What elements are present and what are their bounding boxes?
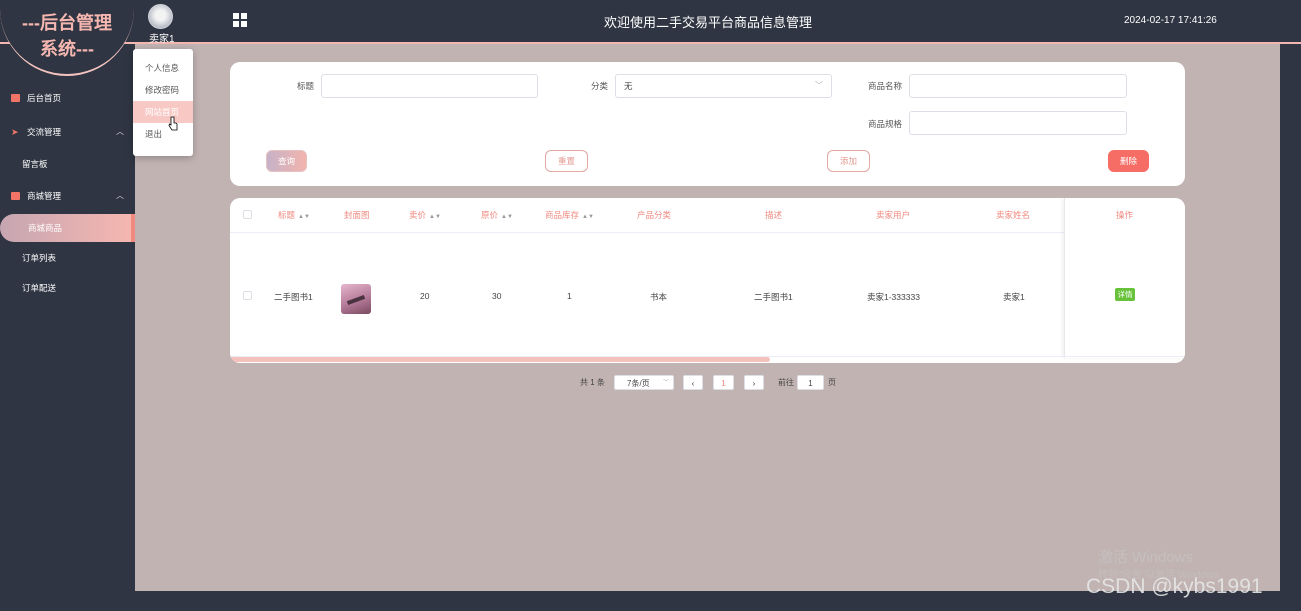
cell-orig-price: 30 bbox=[492, 291, 502, 301]
sidebar-item-label: 后台首页 bbox=[27, 93, 62, 103]
chevron-up-icon: ︿ bbox=[116, 127, 124, 136]
column-header-category: 产品分类 bbox=[637, 210, 672, 220]
reset-button[interactable]: 重置 bbox=[545, 150, 588, 172]
column-header-sell-price[interactable]: 卖价 ▲▼ bbox=[409, 209, 441, 221]
logo: ---后台管理 系统--- bbox=[0, 0, 134, 76]
logo-line1: ---后台管理 bbox=[22, 13, 112, 33]
sidebar-item-order-delivery[interactable]: 订单配送 bbox=[0, 277, 135, 299]
datetime: 2024-02-17 17:41:26 bbox=[1124, 15, 1217, 26]
select-all-checkbox[interactable] bbox=[243, 210, 252, 219]
chevron-left-icon: ‹ bbox=[691, 379, 695, 388]
cell-seller-user: 卖家1-333333 bbox=[867, 292, 920, 302]
chevron-right-icon: › bbox=[752, 379, 756, 388]
row-checkbox[interactable] bbox=[243, 291, 252, 300]
send-icon: ➤ bbox=[11, 127, 19, 137]
sidebar-item-label: 商城管理 bbox=[27, 191, 62, 201]
chevron-down-icon: ﹀ bbox=[662, 380, 669, 386]
shop-icon bbox=[11, 192, 20, 200]
column-header-title[interactable]: 标题 ▲▼ bbox=[278, 209, 310, 221]
user-name[interactable]: 卖家1 bbox=[149, 30, 175, 45]
title-input[interactable] bbox=[321, 74, 538, 98]
query-button[interactable]: 查询 bbox=[266, 150, 307, 172]
column-header-stock[interactable]: 商品库存 ▲▼ bbox=[545, 209, 594, 221]
menu-item-profile[interactable]: 个人信息 bbox=[133, 57, 193, 79]
user-avatar[interactable] bbox=[148, 4, 173, 29]
menu-item-site-home[interactable]: 网站首页 bbox=[133, 101, 193, 123]
column-header-desc: 描述 bbox=[765, 210, 783, 220]
column-header-action: 操作 bbox=[1116, 210, 1134, 220]
menu-item-change-password[interactable]: 修改密码 bbox=[133, 79, 193, 101]
sort-icon[interactable]: ▲▼ bbox=[501, 214, 513, 220]
column-header-label: 商品库存 bbox=[545, 210, 580, 220]
cell-title: 二手图书1 bbox=[274, 292, 313, 302]
sort-icon[interactable]: ▲▼ bbox=[582, 214, 594, 220]
column-header-label: 卖价 bbox=[409, 210, 427, 220]
user-dropdown-menu: 个人信息 修改密码 网站首页 退出 bbox=[133, 49, 193, 156]
cell-category: 书本 bbox=[650, 292, 668, 302]
goods-spec-label: 商品规格 bbox=[868, 119, 903, 129]
cell-seller-name: 卖家1 bbox=[1003, 292, 1025, 302]
goto-label: 前往 bbox=[778, 378, 794, 387]
horizontal-scrollbar[interactable] bbox=[230, 357, 770, 362]
column-header-cover: 封面图 bbox=[344, 210, 370, 220]
prev-page-button[interactable]: ‹ bbox=[683, 375, 703, 390]
sidebar-item-order-list[interactable]: 订单列表 bbox=[0, 247, 135, 269]
search-panel: 标题 分类 无 ﹀ 商品名称 商品规格 查询 重置 添加 删除 bbox=[230, 62, 1185, 186]
goods-name-input[interactable] bbox=[909, 74, 1127, 98]
pagination-total: 共 1 条 bbox=[580, 378, 605, 387]
goods-table: 标题 ▲▼ 封面图 卖价 ▲▼ 原价 ▲▼ 商品库存 ▲▼ 产品分类 描述 卖家用户 卖… bbox=[230, 198, 1185, 363]
main-content: 标题 分类 无 ﹀ 商品名称 商品规格 查询 重置 添加 删除 标题 ▲▼ 封面图… bbox=[135, 44, 1280, 591]
sort-icon[interactable]: ▲▼ bbox=[429, 214, 441, 220]
logo-line2: 系统--- bbox=[40, 39, 94, 59]
header-divider bbox=[230, 232, 1185, 233]
grid-menu-icon[interactable] bbox=[233, 13, 247, 27]
column-header-orig-price[interactable]: 原价 ▲▼ bbox=[481, 209, 513, 221]
sidebar-group-mall[interactable]: 商城管理 ︿ bbox=[0, 185, 135, 207]
menu-item-logout[interactable]: 退出 bbox=[133, 123, 193, 145]
sidebar-group-communication[interactable]: ➤ 交流管理 ︿ bbox=[0, 121, 135, 143]
category-label: 分类 bbox=[591, 81, 609, 91]
column-header-label: 原价 bbox=[481, 210, 499, 220]
cell-desc: 二手图书1 bbox=[754, 292, 793, 302]
action-column: 操作 bbox=[1064, 198, 1185, 358]
title-label: 标题 bbox=[297, 81, 315, 91]
category-value: 无 bbox=[624, 81, 633, 91]
cell-sell-price: 20 bbox=[420, 291, 430, 301]
goods-spec-input[interactable] bbox=[909, 111, 1127, 135]
category-select[interactable]: 无 ﹀ bbox=[615, 74, 832, 98]
windows-activation-text: 激活 Windows bbox=[1098, 549, 1194, 566]
page-size-select[interactable]: 7条/页 ﹀ bbox=[614, 375, 674, 390]
delete-button[interactable]: 删除 bbox=[1108, 150, 1149, 172]
sort-icon[interactable]: ▲▼ bbox=[298, 214, 310, 220]
sidebar-item-label: 交流管理 bbox=[27, 127, 62, 137]
sidebar-item-mall-goods[interactable]: 商城商品 bbox=[0, 214, 135, 242]
page-number-current[interactable]: 1 bbox=[713, 375, 734, 390]
add-button[interactable]: 添加 bbox=[827, 150, 870, 172]
cell-stock: 1 bbox=[567, 291, 572, 301]
goto-page-input[interactable]: 1 bbox=[797, 375, 824, 390]
column-header-seller-user: 卖家用户 bbox=[876, 210, 911, 220]
column-header-seller-name: 卖家姓名 bbox=[996, 210, 1031, 220]
next-page-button[interactable]: › bbox=[744, 375, 764, 390]
csdn-watermark: CSDN @kybs1991 bbox=[1086, 575, 1263, 598]
monitor-icon bbox=[11, 94, 20, 102]
page-suffix: 页 bbox=[828, 378, 836, 387]
hand-cursor-icon bbox=[168, 116, 178, 131]
page-title: 欢迎使用二手交易平台商品信息管理 bbox=[603, 15, 812, 30]
column-header-label: 标题 bbox=[278, 210, 296, 220]
detail-button[interactable]: 详情 bbox=[1115, 288, 1135, 301]
sidebar-item-home[interactable]: 后台首页 bbox=[0, 87, 135, 109]
page-size-value: 7条/页 bbox=[627, 379, 650, 388]
cover-image[interactable] bbox=[341, 284, 371, 314]
sidebar-item-messageboard[interactable]: 留言板 bbox=[0, 153, 135, 175]
goods-name-label: 商品名称 bbox=[868, 81, 903, 91]
chevron-up-icon: ︿ bbox=[116, 191, 124, 200]
chevron-down-icon: ﹀ bbox=[815, 81, 823, 90]
top-bar: 卖家1 欢迎使用二手交易平台商品信息管理 2024-02-17 17:41:26 bbox=[0, 0, 1301, 45]
